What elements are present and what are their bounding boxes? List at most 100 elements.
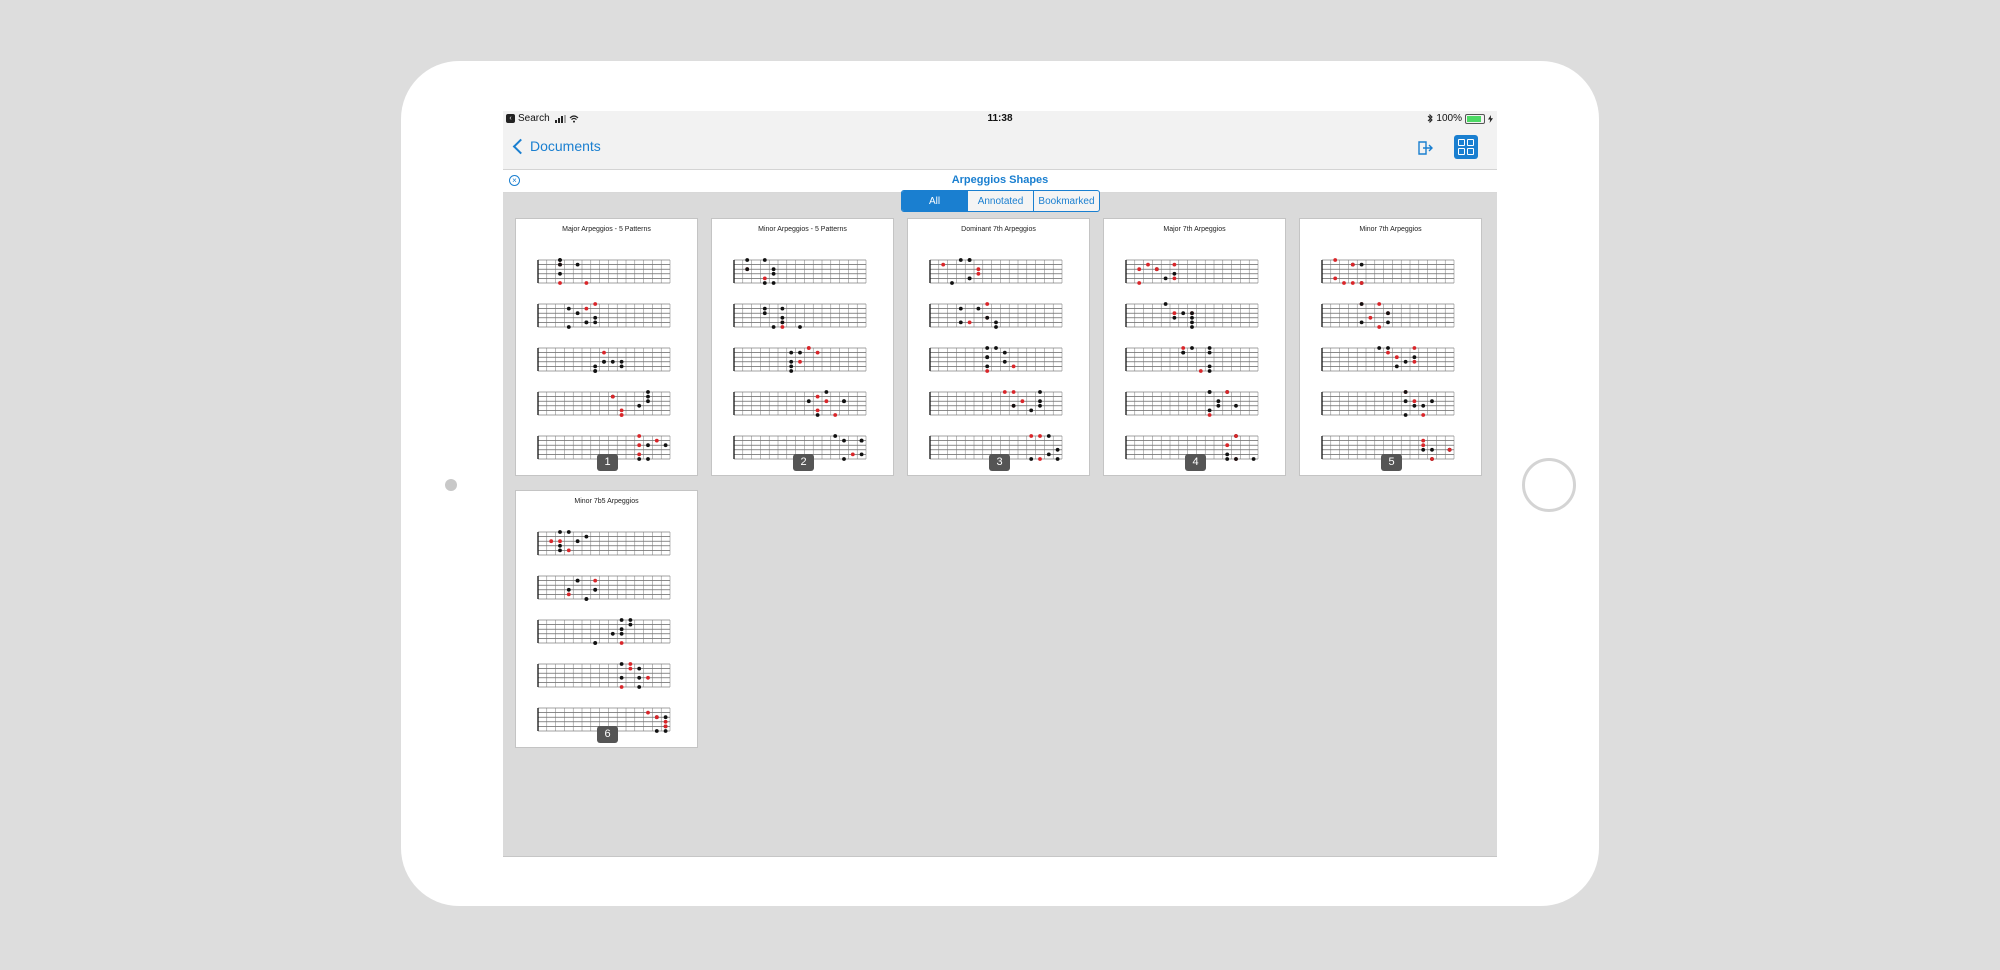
fret-note-dot (1207, 346, 1212, 350)
fret-note-dot (1225, 390, 1230, 394)
fretboard-diagram (1125, 259, 1259, 285)
fret-note-dot (1412, 403, 1417, 408)
fret-note-dot (1412, 346, 1417, 350)
thumbnail-grid-button[interactable] (1454, 135, 1478, 159)
fret-note-dot (798, 325, 802, 329)
fretboard-diagram (929, 346, 1063, 373)
fret-note-dot (610, 359, 615, 364)
fret-note-dot (985, 302, 990, 306)
fret-note-dot (1359, 302, 1364, 306)
fret-note-dot (602, 350, 606, 355)
fret-note-dot (558, 258, 562, 262)
fret-note-dot (771, 267, 776, 272)
fretboard-diagram (537, 390, 671, 417)
fret-note-dot (967, 258, 972, 262)
grid-cell (1458, 148, 1465, 155)
fret-note-dot (859, 452, 864, 457)
documents-back-button[interactable]: Documents (511, 138, 601, 154)
fret-note-dot (1038, 457, 1042, 461)
fret-note-dot (575, 539, 580, 544)
fret-note-dot (566, 592, 571, 597)
fret-note-dot (619, 685, 624, 689)
fret-note-dot (833, 413, 838, 417)
home-button[interactable] (1522, 458, 1576, 512)
fret-note-dot (1207, 413, 1212, 417)
fretboard-diagram (929, 258, 1063, 285)
share-icon[interactable] (1415, 138, 1435, 158)
fret-note-dot (637, 666, 642, 671)
fretboard-diagram (929, 390, 1063, 416)
fret-note-dot (762, 311, 767, 316)
page-number-badge: 4 (1185, 454, 1206, 471)
fret-note-dot (646, 457, 650, 461)
fret-note-dot (619, 364, 624, 369)
fretboard-diagram (1321, 390, 1455, 417)
page-thumbnail-1[interactable]: Major Arpeggios - 5 Patterns 1 (515, 218, 698, 476)
fret-note-dot (1055, 457, 1060, 461)
fret-note-dot (762, 258, 767, 262)
fret-note-dot (584, 306, 589, 311)
page-thumbnail-6[interactable]: Minor 7b5 Arpeggios 6 (515, 490, 698, 748)
filter-segmented-control: All Annotated Bookmarked (901, 190, 1100, 212)
fret-note-dot (985, 364, 990, 369)
fret-note-dot (1394, 364, 1399, 369)
fret-note-dot (1137, 267, 1142, 272)
fret-note-dot (1386, 346, 1390, 350)
fret-note-dot (1029, 457, 1034, 461)
fret-note-dot (654, 729, 659, 733)
filter-tab-bookmarked[interactable]: Bookmarked (1033, 191, 1099, 211)
fret-note-dot (584, 534, 589, 539)
fret-note-dot (593, 320, 598, 325)
fretboard-diagram (1321, 302, 1455, 329)
fret-note-dot (798, 359, 802, 364)
fret-note-dot (745, 258, 750, 262)
fret-note-dot (1430, 457, 1434, 461)
page-number-badge: 1 (597, 454, 618, 471)
fret-note-dot (798, 350, 802, 355)
page-thumbnail-2[interactable]: Minor Arpeggios - 5 Patterns 2 (711, 218, 894, 476)
fretboard-diagram (929, 302, 1063, 329)
fret-note-dot (1342, 281, 1346, 285)
fret-note-dot (1190, 325, 1194, 329)
fret-note-dot (824, 390, 829, 394)
filter-tab-annotated[interactable]: Annotated (967, 191, 1033, 211)
fret-note-dot (619, 662, 624, 666)
fret-note-dot (1216, 399, 1221, 404)
fret-note-dot (789, 350, 794, 355)
fret-note-dot (1172, 271, 1177, 276)
fret-note-dot (593, 364, 598, 369)
page-thumbnail-4[interactable]: Major 7th Arpeggios 4 (1103, 218, 1286, 476)
fret-note-dot (566, 587, 571, 592)
fret-note-dot (619, 413, 624, 417)
fret-note-dot (1377, 325, 1382, 329)
fret-note-dot (1190, 320, 1194, 325)
fret-note-dot (1350, 262, 1355, 267)
fret-note-dot (637, 443, 642, 448)
fret-note-dot (610, 394, 615, 399)
fret-note-dot (1163, 302, 1168, 306)
fret-note-dot (646, 675, 650, 680)
fret-note-dot (1421, 447, 1426, 452)
fret-note-dot (1181, 311, 1186, 316)
fret-note-dot (654, 438, 659, 443)
fret-note-dot (994, 320, 998, 325)
fretboard-diagram (733, 346, 867, 373)
filter-tab-all[interactable]: All (902, 191, 967, 211)
fret-note-dot (558, 271, 562, 276)
fret-note-dot (628, 666, 633, 671)
page-thumbnail-5[interactable]: Minor 7th Arpeggios 5 (1299, 218, 1482, 476)
fret-note-dot (1181, 350, 1186, 355)
fret-note-dot (1359, 281, 1364, 285)
fretboard-diagram (537, 530, 671, 556)
fret-note-dot (637, 457, 642, 461)
battery-percent: 100% (1436, 113, 1462, 124)
page-thumbnail-3[interactable]: Dominant 7th Arpeggios 3 (907, 218, 1090, 476)
fret-note-dot (566, 530, 571, 534)
fret-note-dot (1002, 390, 1007, 394)
fret-note-dot (771, 325, 776, 329)
fret-note-dot (663, 729, 668, 733)
fret-note-dot (780, 325, 785, 329)
fret-note-dot (637, 403, 642, 408)
fret-note-dot (824, 399, 829, 404)
fret-note-dot (1251, 457, 1256, 461)
